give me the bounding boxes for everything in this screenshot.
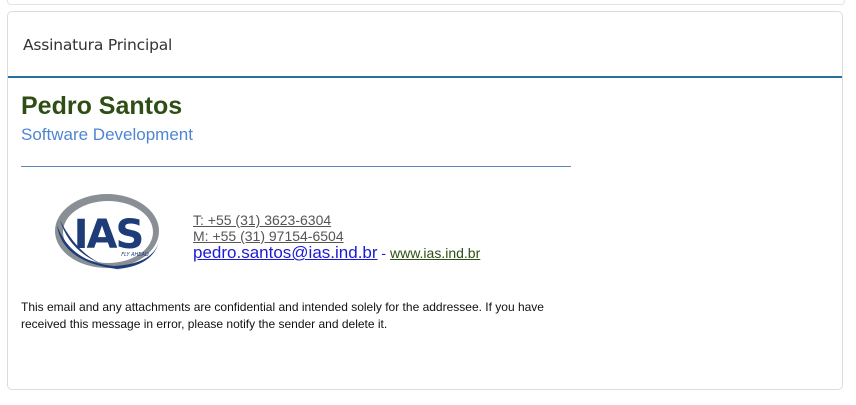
panel-header: Assinatura Principal: [8, 12, 842, 78]
phone-link[interactable]: T: +55 (31) 3623-6304: [193, 212, 480, 228]
signature-panel: Assinatura Principal Pedro Santos Softwa…: [7, 11, 843, 390]
website-link[interactable]: www.ias.ind.br: [390, 245, 480, 261]
company-logo: IAS FLY AHEAD: [55, 194, 159, 270]
signature-divider: [21, 166, 571, 167]
logo-tagline: FLY AHEAD: [121, 252, 149, 258]
email-link[interactable]: pedro.santos@ias.ind.br: [193, 243, 378, 262]
mobile-link[interactable]: M: +55 (31) 97154-6504: [193, 228, 480, 244]
contact-block: T: +55 (31) 3623-6304 M: +55 (31) 97154-…: [193, 212, 480, 263]
panel-title: Assinatura Principal: [23, 36, 173, 54]
email-line: pedro.santos@ias.ind.br - www.ias.ind.br: [193, 244, 480, 263]
previous-panel-edge: [7, 0, 845, 5]
confidentiality-disclaimer: This email and any attachments are confi…: [21, 300, 544, 331]
separator: -: [377, 245, 390, 261]
signature-role: Software Development: [21, 125, 193, 144]
signature-name: Pedro Santos: [21, 92, 183, 120]
